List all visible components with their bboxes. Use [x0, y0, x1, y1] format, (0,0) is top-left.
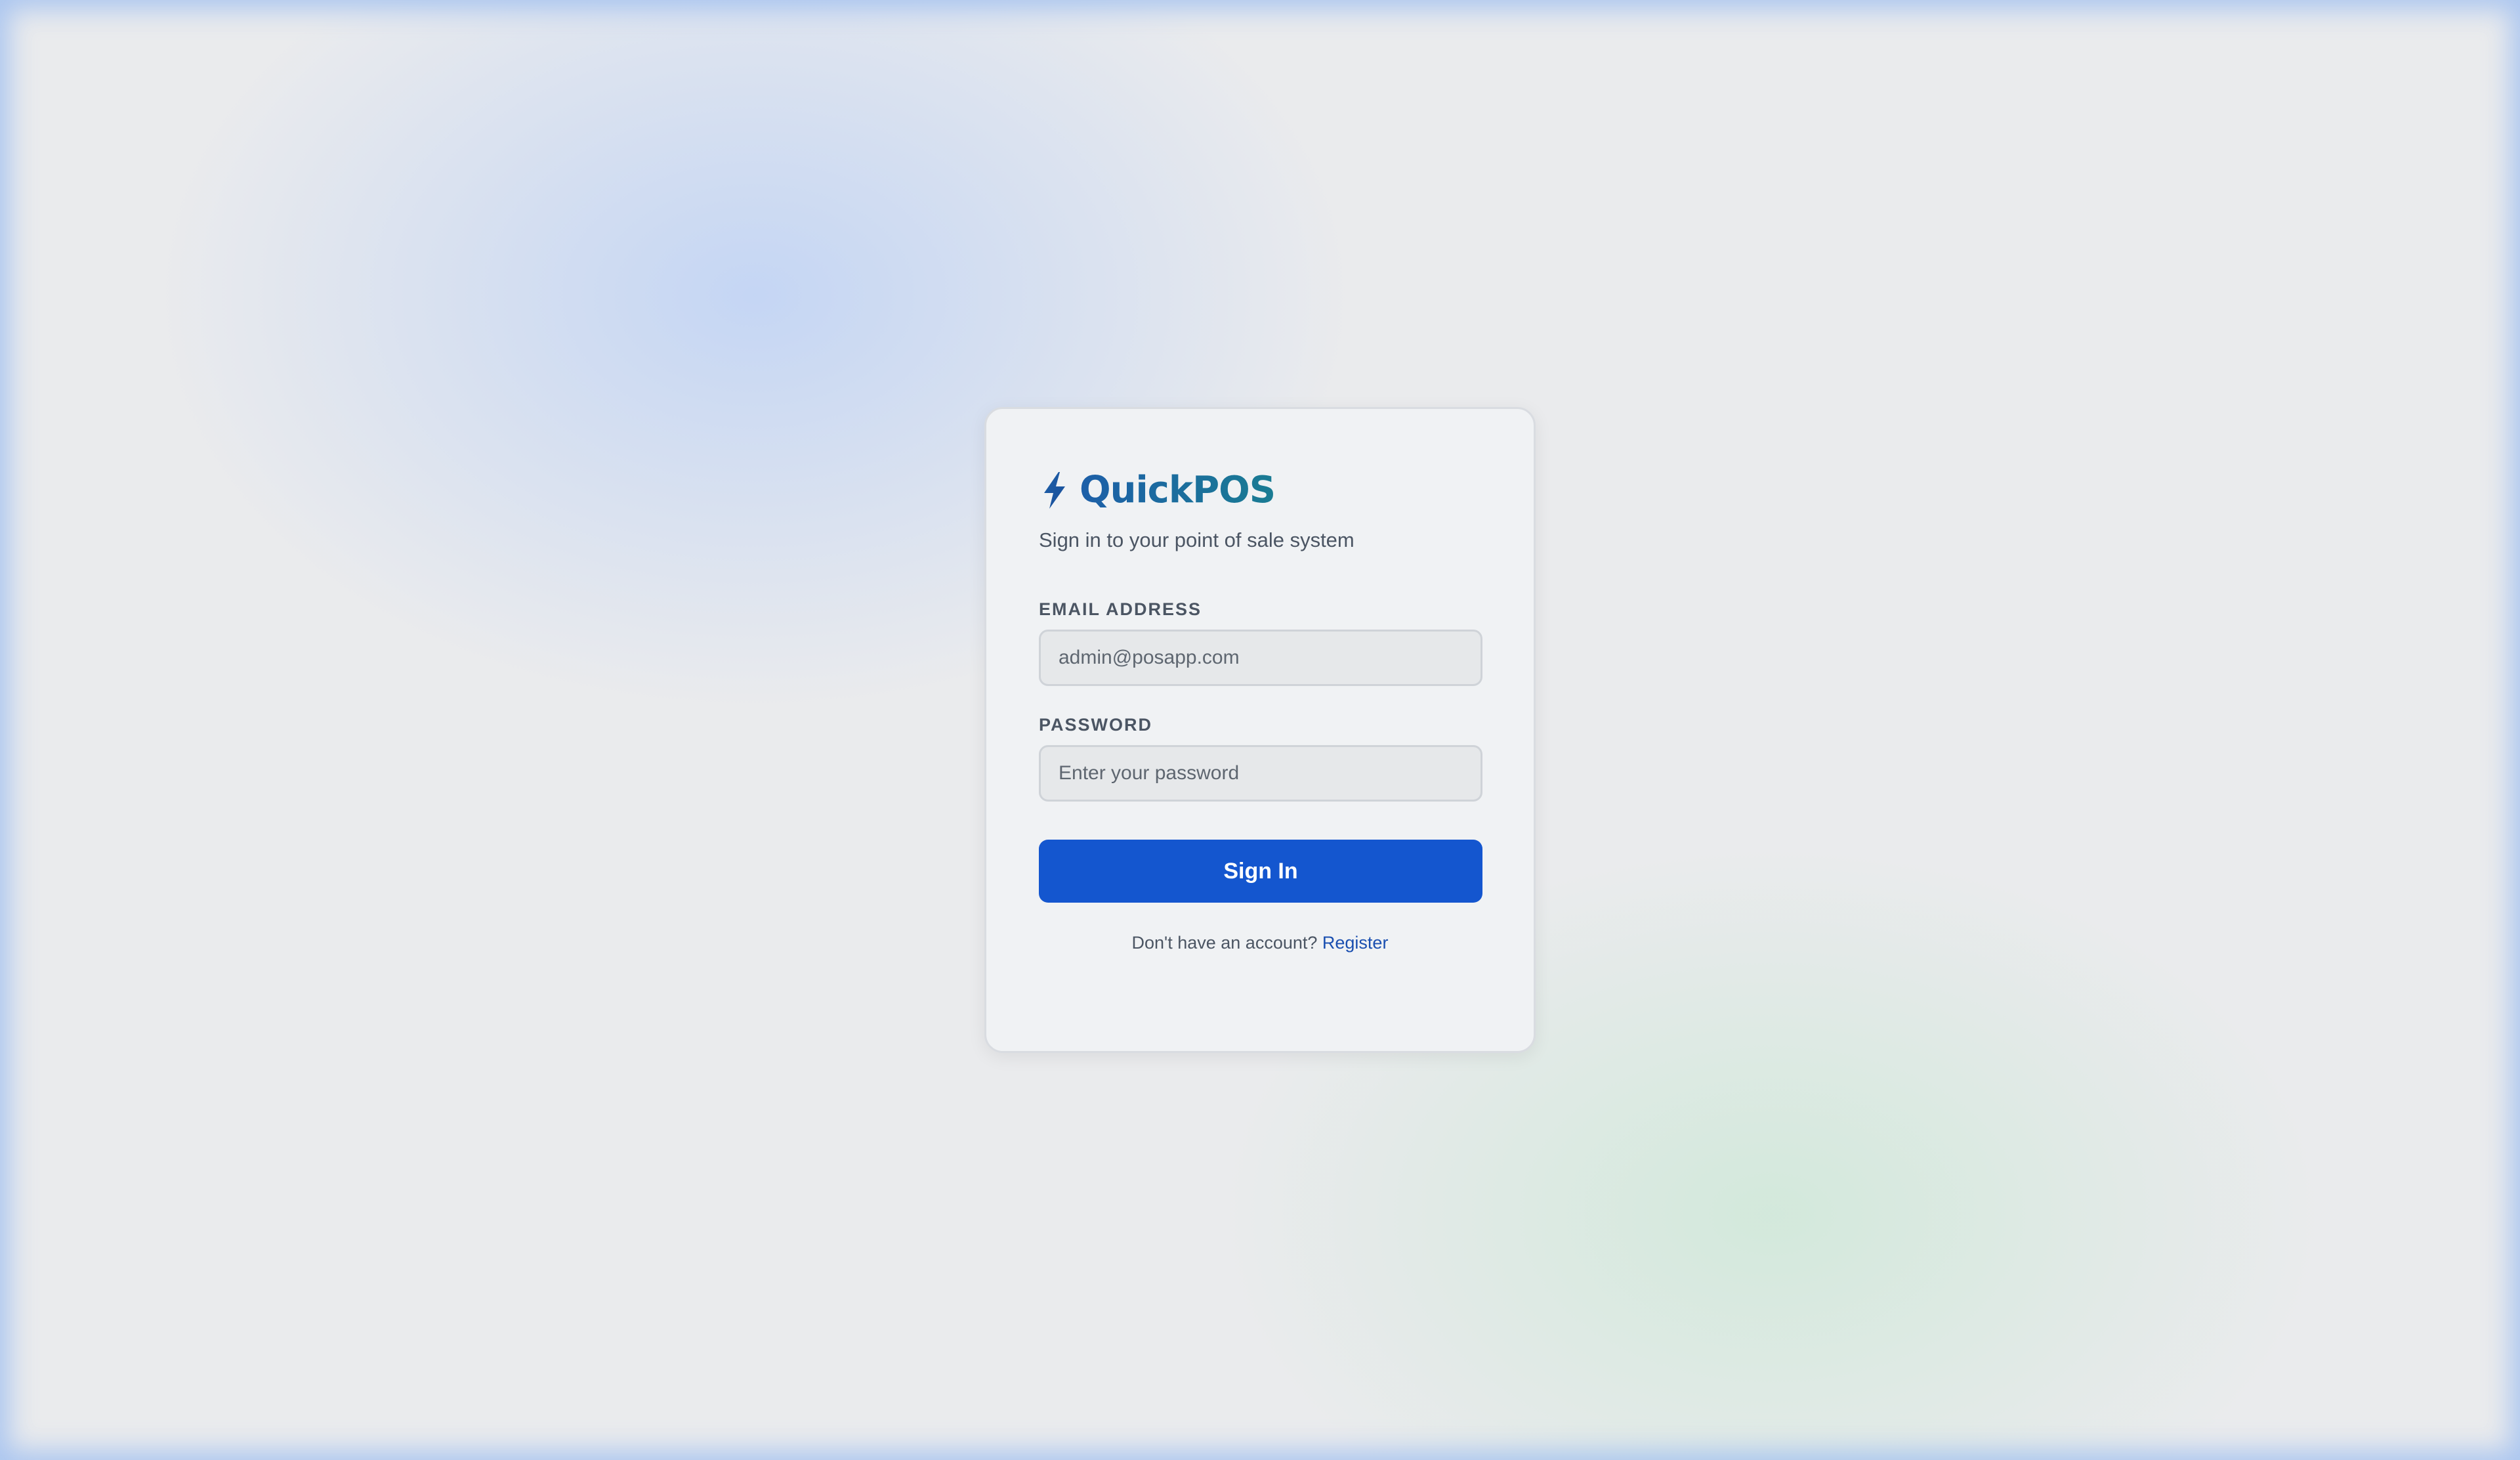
register-link[interactable]: Register	[1322, 933, 1389, 953]
page-subtitle: Sign in to your point of sale system	[1039, 528, 1354, 551]
register-prompt-text: Don't have an account?	[1131, 933, 1318, 953]
email-label: EMAIL ADDRESS	[1039, 599, 1202, 619]
login-card: QuickPOS Sign in to your point of sale s…	[984, 407, 1536, 1053]
sign-in-button[interactable]: Sign In	[1039, 840, 1482, 903]
brand-header: QuickPOS	[1039, 469, 1276, 511]
app-title: QuickPOS	[1080, 469, 1276, 511]
password-field[interactable]	[1039, 745, 1482, 802]
lightning-bolt-icon	[1044, 472, 1065, 509]
email-field[interactable]	[1039, 630, 1482, 686]
register-prompt: Don't have an account? Register	[986, 933, 1534, 953]
password-label: PASSWORD	[1039, 715, 1153, 735]
